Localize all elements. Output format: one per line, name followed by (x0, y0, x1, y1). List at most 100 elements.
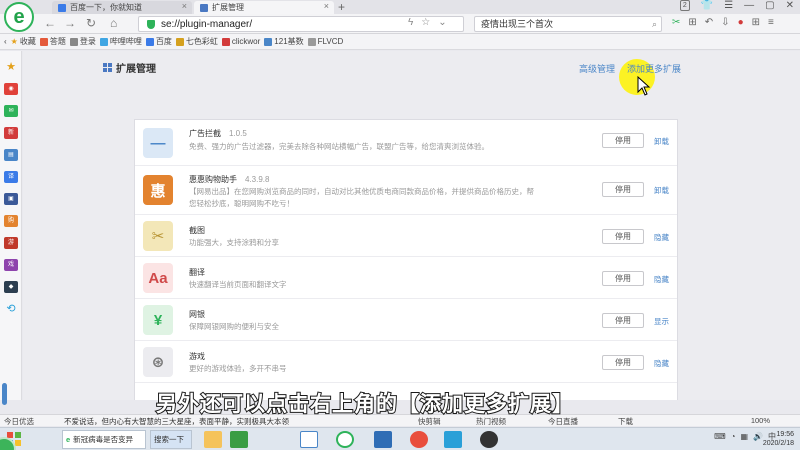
bookmark-item[interactable]: 121基数 (264, 36, 304, 47)
download-status[interactable]: 下载 (618, 416, 633, 427)
scissors-icon[interactable]: ✂ (672, 17, 680, 28)
hide-link[interactable]: 隐藏 (654, 358, 669, 369)
disable-button[interactable]: 停用 (602, 313, 644, 328)
game-icon[interactable]: 游 (4, 237, 18, 249)
mail-icon[interactable]: ✉ (4, 105, 18, 117)
thermometer-icon (2, 383, 7, 405)
bookmark-favorites[interactable]: ★ 收藏 (11, 36, 36, 47)
undo-icon[interactable]: ↶ (705, 17, 713, 28)
huihui-shopping-icon: 惠 (143, 175, 173, 205)
game-icon[interactable]: 戏 (4, 259, 18, 271)
extension-icon (200, 3, 208, 12)
chevron-down-icon[interactable]: ⌄ (438, 17, 446, 28)
volume-icon[interactable]: 🔊 (753, 432, 763, 441)
search-input[interactable]: 疫情出现三个首次 ⌕ (474, 16, 662, 32)
forward-icon[interactable]: → (64, 16, 76, 30)
collapse-icon[interactable]: ‹ (4, 37, 7, 46)
word-icon[interactable] (374, 431, 392, 448)
share-icon[interactable]: ⟲ (4, 303, 18, 315)
app-icon[interactable]: ▣ (4, 193, 18, 205)
back-icon[interactable]: ← (44, 16, 56, 30)
bookmark-label: 收藏 (19, 37, 36, 46)
taskbar-browser-task[interactable]: e 新冠病毒是否变异 (62, 430, 146, 449)
close-icon[interactable]: × (182, 1, 187, 11)
hide-link[interactable]: 隐藏 (654, 274, 669, 285)
extension-list: — 广告拦截 1.0.5 免费、强力的广告过滤器，完美去除各种网站横幅广告，联盟广… (134, 119, 678, 400)
baidu-icon (145, 37, 154, 46)
record-icon[interactable] (480, 431, 498, 448)
online-banking-icon: ¥ (143, 305, 173, 335)
bookmark-item[interactable]: 答题 (39, 36, 66, 47)
translate-icon: Aa (143, 263, 173, 293)
translate-icon[interactable]: 译 (4, 171, 18, 183)
grid-icon[interactable]: ⊞ (688, 17, 696, 28)
minimize-icon[interactable]: — (744, 0, 754, 11)
uninstall-link[interactable]: 卸载 (654, 136, 669, 147)
bookmark-item[interactable]: clickwor (221, 37, 260, 46)
tab-count-badge[interactable]: 2 (679, 0, 690, 11)
lightning-icon[interactable]: ϟ (408, 17, 413, 28)
clock-date: 2020/2/18 (762, 440, 794, 447)
red-app-icon[interactable]: ● (738, 17, 744, 28)
tab-baidu[interactable]: 百度一下，你就知道 × (52, 1, 192, 14)
star-icon[interactable]: ☆ (421, 17, 430, 28)
app-icon[interactable] (230, 431, 248, 448)
extension-row: 惠 惠惠购物助手 4.3.9.8 【网易出品】在您网购浏览商品的同时，自动对比其他… (135, 166, 677, 215)
show-link[interactable]: 显示 (654, 316, 669, 327)
uninstall-link[interactable]: 卸载 (654, 185, 669, 196)
extension-description: 免费、强力的广告过滤器，完美去除各种网站横幅广告，联盟广告等，给您清爽浏览体验。 (189, 142, 489, 151)
zoom-level[interactable]: 100% (751, 416, 770, 425)
cloud-icon[interactable] (300, 431, 318, 448)
chrome-icon[interactable] (410, 431, 428, 448)
today-picks[interactable]: 今日优选 (4, 416, 34, 427)
video-subtitle: 另外还可以点击右上角的【添加更多扩展】 (155, 392, 574, 417)
disable-button[interactable]: 停用 (602, 133, 644, 148)
system-clock[interactable]: 19:56 2020/2/18 (763, 430, 794, 448)
page-title: 扩展管理 (103, 60, 156, 75)
bookmark-item[interactable]: FLVCD (307, 37, 343, 46)
bookmark-item[interactable]: 哔哩哔哩 (99, 36, 142, 47)
network-icon[interactable]: ▦ (740, 432, 748, 441)
browser-logo-icon[interactable]: e (4, 2, 34, 32)
favorites-star-icon[interactable]: ★ (4, 61, 18, 73)
weibo-icon[interactable]: ◉ (4, 83, 18, 95)
app-icon[interactable]: ◆ (4, 281, 18, 293)
tray-icon[interactable]: ◔ (731, 432, 736, 441)
left-sidebar: ★ ◉ ✉ 新 ▤ 译 ▣ 购 游 戏 ◆ ⟲ (0, 51, 22, 450)
shirt-icon[interactable]: 👕 (701, 0, 713, 11)
notes-icon[interactable]: ▤ (4, 149, 18, 161)
bookmark-label: 哔哩哔哩 (109, 37, 142, 46)
advanced-manage-link[interactable]: 高级管理 (579, 62, 615, 75)
home-icon[interactable]: ⌂ (110, 16, 117, 30)
reload-icon[interactable]: ↻ (86, 16, 96, 30)
close-icon[interactable]: × (324, 1, 329, 11)
disable-button[interactable]: 停用 (602, 229, 644, 244)
new-tab-button[interactable]: + (338, 0, 345, 14)
search-icon[interactable]: ⌕ (652, 17, 657, 31)
disable-button[interactable]: 停用 (602, 271, 644, 286)
download-icon[interactable]: ⇩ (721, 17, 729, 28)
keyboard-icon[interactable]: ⌨ (714, 432, 726, 441)
bookmark-item[interactable]: 七色彩虹 (175, 36, 218, 47)
hide-link[interactable]: 隐藏 (654, 232, 669, 243)
bookmark-item[interactable]: 百度 (145, 36, 172, 47)
apps-icon[interactable]: ⊞ (752, 17, 760, 28)
maximize-icon[interactable]: ▢ (765, 0, 774, 11)
extension-description: 快速翻译当前页面和翻译文字 (189, 280, 287, 289)
file-explorer-icon[interactable] (204, 431, 222, 448)
menu-icon[interactable]: ☰ (724, 0, 733, 11)
bookmark-item[interactable]: 登录 (69, 36, 96, 47)
tab-extensions[interactable]: 扩展管理 × (194, 1, 334, 14)
taskbar-search-task[interactable]: 搜索一下 (150, 430, 192, 449)
shop-icon[interactable]: 购 (4, 215, 18, 227)
more-icon[interactable]: ≡ (768, 17, 774, 28)
app-icon[interactable] (444, 431, 462, 448)
news-icon[interactable]: 新 (4, 127, 18, 139)
browser-icon[interactable] (336, 431, 354, 448)
disable-button[interactable]: 停用 (602, 355, 644, 370)
extension-row: ✂ 截图 功能强大，支持涂鸦和分享 停用 隐藏 (135, 215, 677, 257)
close-window-icon[interactable]: ✕ (786, 0, 794, 11)
disable-button[interactable]: 停用 (602, 182, 644, 197)
add-more-extensions-link[interactable]: 添加更多扩展 (627, 62, 681, 75)
extension-row: — 广告拦截 1.0.5 免费、强力的广告过滤器，完美去除各种网站横幅广告，联盟广… (135, 120, 677, 166)
